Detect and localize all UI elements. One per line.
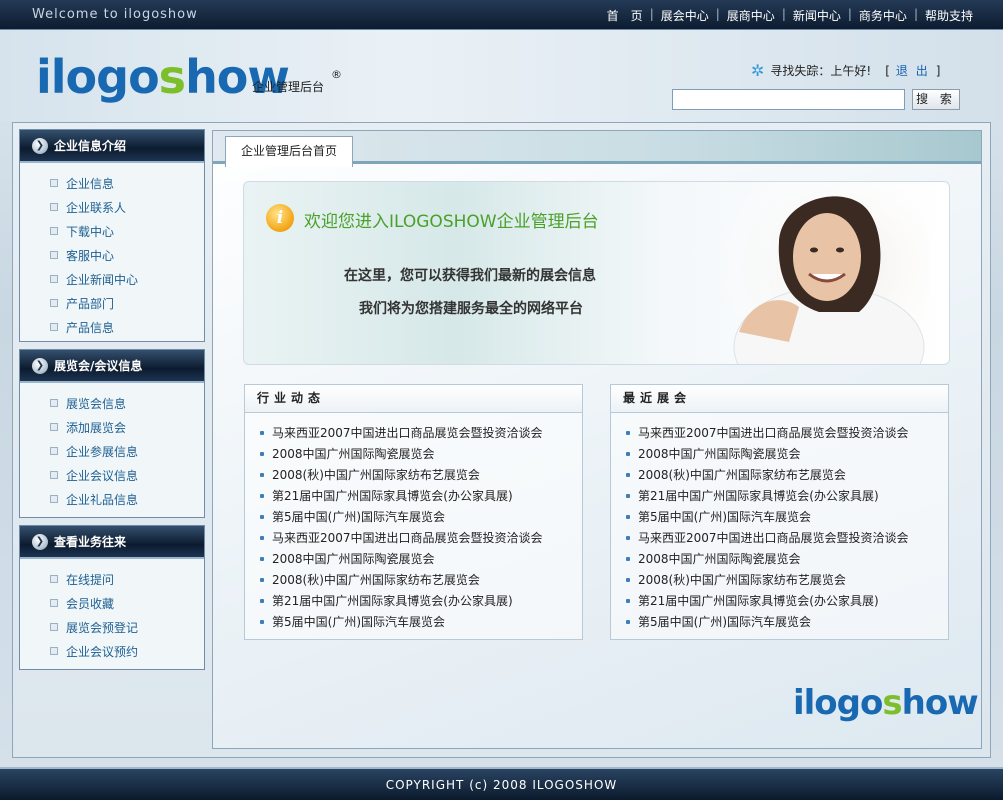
logo-subtitle: 企业管理后台: [252, 80, 325, 94]
square-bullet-icon: [50, 423, 58, 431]
snowflake-icon: ✲: [751, 61, 765, 80]
square-bullet-icon: [50, 299, 58, 307]
panel-title: 企业信息介绍: [54, 139, 127, 153]
chevron-right-icon: ❯: [32, 533, 48, 550]
nav-help[interactable]: 帮助支持: [925, 7, 973, 24]
list-item[interactable]: 第21届中国广州国际家具博览会(办公家具展): [260, 590, 582, 611]
list-item[interactable]: 第21届中国广州国际家具博览会(办公家具展): [626, 590, 948, 611]
menu-item-add-exhibition[interactable]: 添加展览会: [50, 415, 204, 439]
menu-item-product-dept[interactable]: 产品部门: [50, 291, 204, 315]
info-icon: i: [266, 204, 294, 232]
list-item[interactable]: 马来西亚2007中国进出口商品展览会暨投资洽谈会: [260, 527, 582, 548]
menu-item-pre-registration[interactable]: 展览会预登记: [50, 615, 204, 639]
square-bullet-icon: [50, 399, 58, 407]
panel-business: ❯ 查看业务往来 在线提问 会员收藏 展览会预登记 企业会议预约: [19, 525, 205, 670]
nav-home[interactable]: 首 页: [607, 7, 643, 24]
list-item[interactable]: 2008中国广州国际陶瓷展览会: [260, 443, 582, 464]
list-item[interactable]: 2008中国广州国际陶瓷展览会: [260, 548, 582, 569]
square-bullet-icon: [50, 179, 58, 187]
tab-bar: 企业管理后台首页: [213, 131, 981, 167]
menu-item-company-news[interactable]: 企业新闻中心: [50, 267, 204, 291]
panel-menu: 展览会信息 添加展览会 企业参展信息 企业会议信息 企业礼品信息: [20, 383, 204, 511]
welcome-text: Welcome to ilogoshow: [32, 7, 198, 22]
nav-exhibitions[interactable]: 展会中心: [661, 7, 709, 24]
square-bullet-icon: [50, 623, 58, 631]
nav-exhibitors[interactable]: 展商中心: [727, 7, 775, 24]
menu-item-company-contact[interactable]: 企业联系人: [50, 195, 204, 219]
list-item[interactable]: 第21届中国广州国际家具博览会(办公家具展): [260, 485, 582, 506]
square-bullet-icon: [50, 495, 58, 503]
panel-menu: 在线提问 会员收藏 展览会预登记 企业会议预约: [20, 559, 204, 663]
user-greeting: ✲ 寻找失踪：上午好! [退 出]: [751, 61, 941, 80]
recent-exhibitions-list: 马来西亚2007中国进出口商品展览会暨投资洽谈会 2008中国广州国际陶瓷展览会…: [611, 413, 948, 632]
square-bullet-icon: [50, 323, 58, 331]
nav-business[interactable]: 商务中心: [859, 7, 907, 24]
menu-item-meeting-booking[interactable]: 企业会议预约: [50, 639, 204, 663]
menu-item-gift-info[interactable]: 企业礼品信息: [50, 487, 204, 511]
tab-home[interactable]: 企业管理后台首页: [225, 136, 353, 167]
logout-link[interactable]: 退 出: [896, 64, 930, 78]
banner-line-1: 在这里，您可以获得我们最新的展会信息: [344, 268, 596, 284]
logo[interactable]: ilogoshow: [36, 50, 290, 104]
menu-item-product-info[interactable]: 产品信息: [50, 315, 204, 339]
list-item[interactable]: 第5届中国(广州)国际汽车展览会: [626, 611, 948, 632]
list-item[interactable]: 2008(秋)中国广州国际家纺布艺展览会: [260, 569, 582, 590]
menu-item-member-favorites[interactable]: 会员收藏: [50, 591, 204, 615]
list-item[interactable]: 2008(秋)中国广州国际家纺布艺展览会: [626, 569, 948, 590]
square-bullet-icon: [50, 203, 58, 211]
menu-item-download[interactable]: 下载中心: [50, 219, 204, 243]
panel-title: 展览会/会议信息: [54, 359, 143, 373]
list-item[interactable]: 马来西亚2007中国进出口商品展览会暨投资洽谈会: [626, 422, 948, 443]
panel-title: 查看业务往来: [54, 535, 127, 549]
footer-logo: ilogoshow: [793, 683, 979, 723]
top-nav: 首 页 | 展会中心 | 展商中心 | 新闻中心 | 商务中心 | 帮助支持: [606, 7, 973, 24]
square-bullet-icon: [50, 471, 58, 479]
square-bullet-icon: [50, 227, 58, 235]
square-bullet-icon: [50, 447, 58, 455]
search-input[interactable]: [672, 89, 905, 110]
registered-mark: ®: [331, 68, 342, 81]
menu-item-service[interactable]: 客服中心: [50, 243, 204, 267]
menu-item-company-info[interactable]: 企业信息: [50, 171, 204, 195]
list-item[interactable]: 2008(秋)中国广州国际家纺布艺展览会: [260, 464, 582, 485]
greeting-text: 寻找失踪：上午好!: [770, 64, 872, 78]
panel-company-info: ❯ 企业信息介绍 企业信息 企业联系人 下载中心 客服中心 企业新闻中心 产品部…: [19, 129, 205, 342]
search-button[interactable]: 搜 索: [912, 89, 960, 110]
recent-exhibitions-box: 最近展会 马来西亚2007中国进出口商品展览会暨投资洽谈会 2008中国广州国际…: [610, 384, 949, 640]
industry-news-title: 行业动态: [245, 385, 582, 413]
menu-item-meeting-info[interactable]: 企业会议信息: [50, 463, 204, 487]
industry-news-list: 马来西亚2007中国进出口商品展览会暨投资洽谈会 2008中国广州国际陶瓷展览会…: [245, 413, 582, 632]
list-item[interactable]: 2008中国广州国际陶瓷展览会: [626, 548, 948, 569]
menu-item-participation[interactable]: 企业参展信息: [50, 439, 204, 463]
menu-item-exhibition-info[interactable]: 展览会信息: [50, 391, 204, 415]
square-bullet-icon: [50, 251, 58, 259]
list-item[interactable]: 马来西亚2007中国进出口商品展览会暨投资洽谈会: [626, 527, 948, 548]
square-bullet-icon: [50, 275, 58, 283]
top-bar: Welcome to ilogoshow 首 页 | 展会中心 | 展商中心 |…: [0, 0, 1003, 30]
list-item[interactable]: 第5届中国(广州)国际汽车展览会: [626, 506, 948, 527]
chevron-right-icon: ❯: [32, 137, 48, 154]
panel-exhibitions: ❯ 展览会/会议信息 展览会信息 添加展览会 企业参展信息 企业会议信息 企业礼…: [19, 349, 205, 518]
list-item[interactable]: 第21届中国广州国际家具博览会(办公家具展): [626, 485, 948, 506]
square-bullet-icon: [50, 599, 58, 607]
square-bullet-icon: [50, 575, 58, 583]
square-bullet-icon: [50, 647, 58, 655]
chevron-right-icon: ❯: [32, 357, 48, 374]
list-item[interactable]: 马来西亚2007中国进出口商品展览会暨投资洽谈会: [260, 422, 582, 443]
woman-photo: [709, 182, 929, 364]
header: ilogoshow 企业管理后台 ® ✲ 寻找失踪：上午好! [退 出] 搜 索: [0, 30, 1003, 122]
list-item[interactable]: 第5届中国(广州)国际汽车展览会: [260, 611, 582, 632]
footer-copyright: COPYRIGHT (c) 2008 ILOGOSHOW: [0, 767, 1003, 800]
list-item[interactable]: 第5届中国(广州)国际汽车展览会: [260, 506, 582, 527]
industry-news-box: 行业动态 马来西亚2007中国进出口商品展览会暨投资洽谈会 2008中国广州国际…: [244, 384, 583, 640]
welcome-banner: i 欢迎您进入ILOGOSHOW企业管理后台 在这里，您可以获得我们最新的展会信…: [243, 181, 950, 365]
panel-menu: 企业信息 企业联系人 下载中心 客服中心 企业新闻中心 产品部门 产品信息: [20, 163, 204, 339]
list-item[interactable]: 2008中国广州国际陶瓷展览会: [626, 443, 948, 464]
nav-news[interactable]: 新闻中心: [793, 7, 841, 24]
banner-title: 欢迎您进入ILOGOSHOW企业管理后台: [304, 212, 599, 232]
list-item[interactable]: 2008(秋)中国广州国际家纺布艺展览会: [626, 464, 948, 485]
menu-item-online-question[interactable]: 在线提问: [50, 567, 204, 591]
recent-exhibitions-title: 最近展会: [611, 385, 948, 413]
banner-line-2: 我们将为您搭建服务最全的网络平台: [359, 301, 583, 317]
